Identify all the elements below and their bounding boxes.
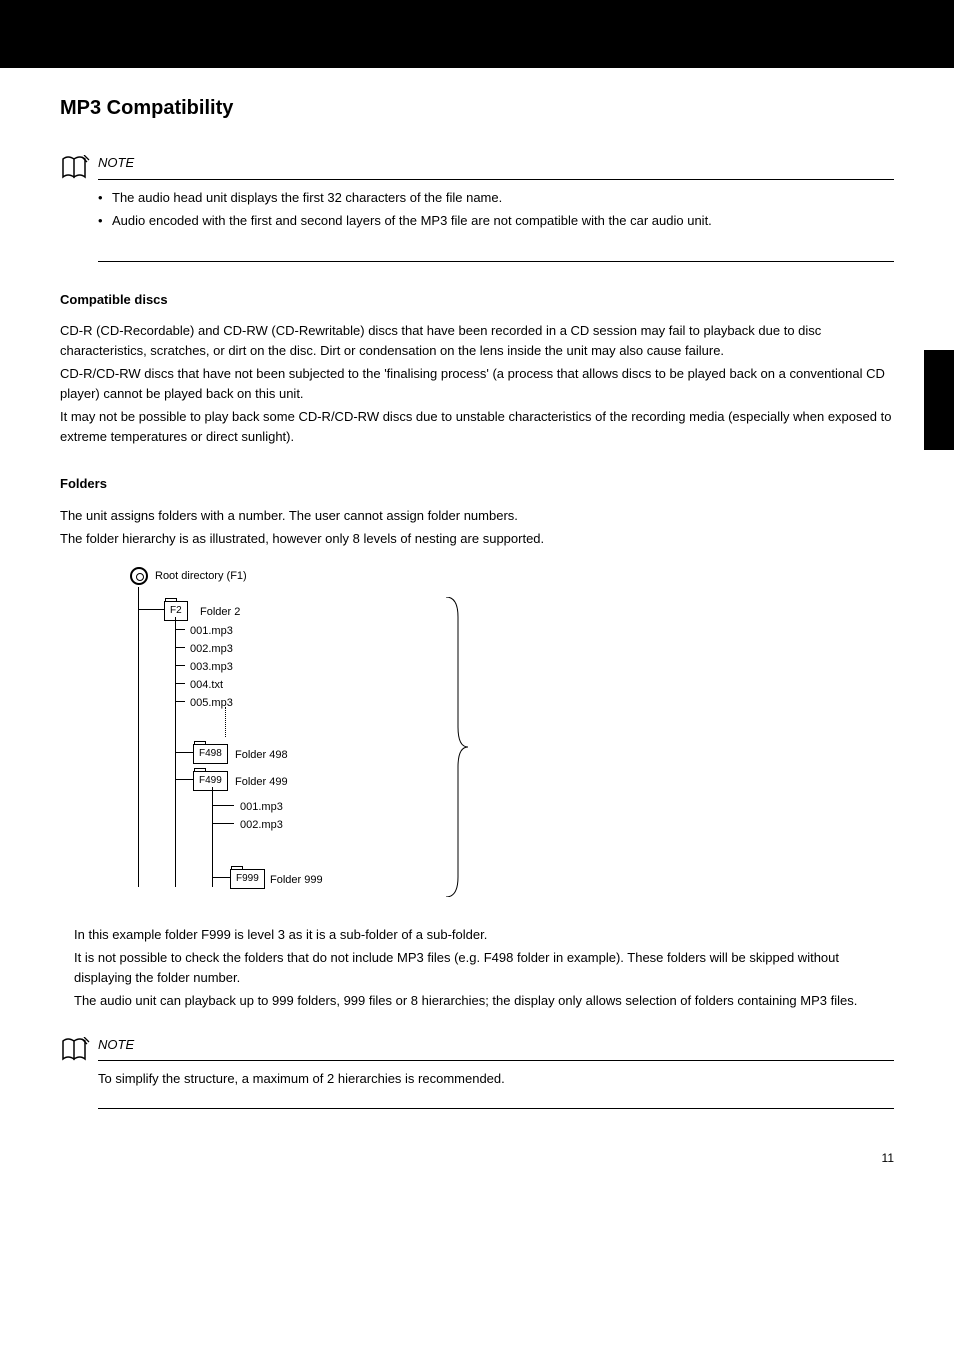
folder-label: Folder 2 [200,604,240,621]
body-text: It is not possible to check the folders … [60,948,894,987]
body-text: In this example folder F999 is level 3 a… [60,925,894,945]
manual-icon [60,1037,98,1063]
folder-label: Folder 498 [235,747,288,764]
file-name: 004.txt [190,677,223,694]
subtitle: MP3 Compatibility [60,93,894,123]
disc-icon [130,567,148,585]
folder-label: Folder 499 [235,774,288,791]
body-text: The unit assigns folders with a number. … [60,506,894,526]
file-name: 002.mp3 [240,817,283,834]
body-text: It may not be possible to play back some… [60,407,894,446]
folder-box: F499 [193,771,228,791]
folder-box: F498 [193,744,228,764]
note-text: To simplify the structure, a maximum of … [98,1069,894,1089]
section-title-discs: Compatible discs [60,290,894,310]
body-text: CD-R (CD-Recordable) and CD-RW (CD-Rewri… [60,321,894,360]
file-name: 002.mp3 [190,641,233,658]
body-text: The audio unit can playback up to 999 fo… [60,991,894,1011]
body-text: CD-R/CD-RW discs that have not been subj… [60,364,894,403]
file-name: 001.mp3 [190,623,233,640]
file-name: 001.mp3 [240,799,283,816]
note-label: NOTE [98,153,894,173]
folder-box: F999 [230,869,265,889]
file-name: 005.mp3 [190,695,233,712]
page-number: 11 [60,1149,894,1167]
body-text: The folder hierarchy is as illustrated, … [60,529,894,549]
note-item: The audio head unit displays the first 3… [98,188,894,208]
root-label: Root directory (F1) [155,568,247,585]
note-item: Audio encoded with the first and second … [98,211,894,231]
note-label: NOTE [98,1035,894,1055]
section-title-folders: Folders [60,474,894,494]
file-name: 003.mp3 [190,659,233,676]
brace-icon [444,597,468,897]
folder-tree-diagram: Root directory (F1) F2 Folder 2 001.mp3 … [130,567,894,907]
folder-label: Folder 999 [270,872,323,889]
manual-icon [60,155,98,181]
